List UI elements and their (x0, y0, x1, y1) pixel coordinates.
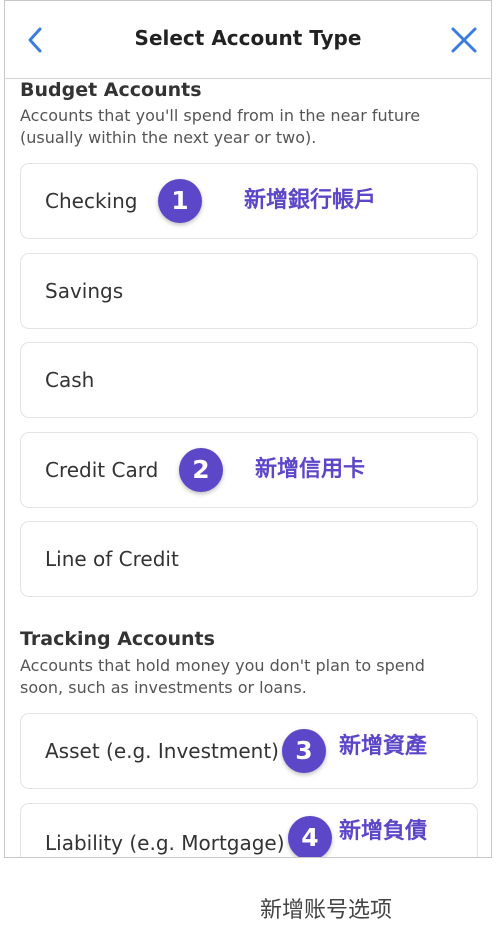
page-title: Select Account Type (134, 26, 362, 50)
account-type-label: Credit Card (45, 458, 159, 482)
annotation-text: 新增資產 (339, 734, 428, 759)
account-type-label: Cash (45, 368, 95, 392)
account-type-line-of-credit[interactable]: Line of Credit (20, 521, 478, 597)
account-type-liability[interactable]: Liability (e.g. Mortgage) 4 新增負債 (20, 803, 478, 857)
annotation-text: 新增信用卡 (255, 457, 366, 482)
image-caption: 新增账号选项 (260, 898, 393, 923)
budget-section-title: Budget Accounts (20, 79, 202, 101)
close-icon[interactable] (447, 23, 481, 57)
account-type-credit-card[interactable]: Credit Card 2 新增信用卡 (20, 432, 478, 508)
annotation-text: 新增負債 (339, 819, 428, 844)
account-type-cash[interactable]: Cash (20, 342, 478, 418)
account-type-label: Line of Credit (45, 547, 179, 571)
tracking-section-description: Accounts that hold money you don't plan … (20, 656, 425, 697)
account-type-checking[interactable]: Checking 1 新增銀行帳戶 (20, 163, 478, 239)
annotation-text: 新增銀行帳戶 (244, 188, 377, 213)
budget-section-description: Accounts that you'll spend from in the n… (20, 106, 421, 147)
header-bar: Select Account Type (5, 1, 491, 79)
step-badge: 4 (288, 816, 332, 857)
account-type-label: Checking (45, 189, 138, 213)
account-type-label: Asset (e.g. Investment) (45, 739, 279, 763)
step-badge: 1 (158, 179, 202, 223)
phone-screen: Select Account Type Budget Accounts Acco… (4, 0, 492, 858)
account-type-savings[interactable]: Savings (20, 253, 478, 329)
step-badge: 3 (282, 729, 326, 773)
account-type-label: Liability (e.g. Mortgage) (45, 831, 285, 855)
step-badge: 2 (179, 448, 223, 492)
account-type-label: Savings (45, 279, 124, 303)
tracking-section-title: Tracking Accounts (20, 628, 215, 650)
account-type-asset[interactable]: Asset (e.g. Investment) 3 新增資產 (20, 713, 478, 789)
